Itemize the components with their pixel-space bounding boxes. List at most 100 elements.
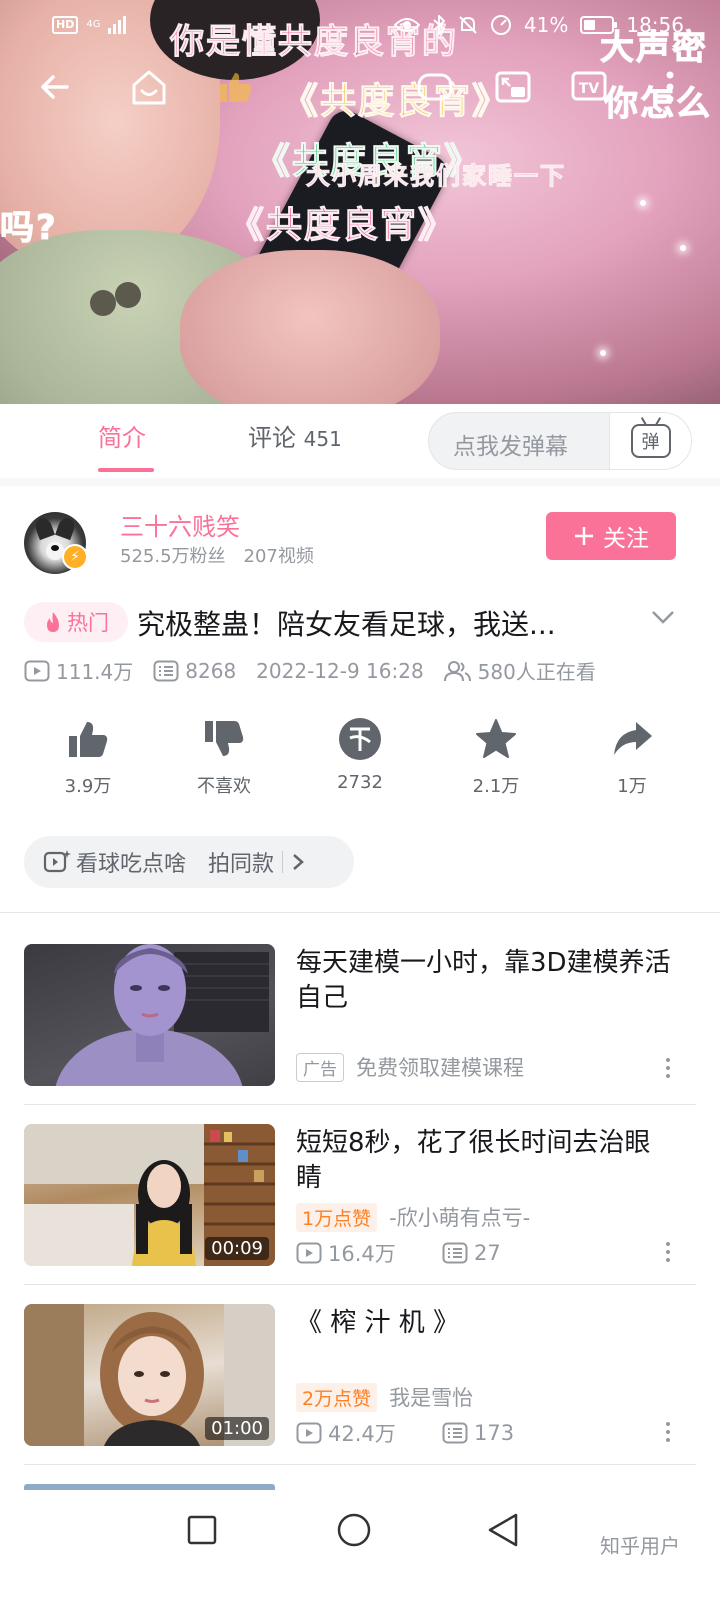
battery-icon [580, 16, 618, 34]
tab-intro[interactable]: 简介 [98, 418, 146, 453]
topic-chip-label: 看球吃点啥 [76, 852, 187, 877]
tv-cast-button[interactable]: TV [564, 62, 614, 112]
expand-description-button[interactable] [650, 604, 676, 630]
watermark: 知乎用户 [600, 1534, 680, 1558]
more-options-icon[interactable] [666, 1422, 670, 1442]
favorite-button[interactable]: 2.1万 [440, 716, 552, 806]
network-type: 4G [86, 19, 101, 30]
plus-icon [575, 527, 593, 545]
back-arrow-icon [41, 75, 69, 99]
danmaku-count-icon [153, 660, 179, 681]
view-count-value: 42.4万 [328, 1422, 396, 1446]
back-nav-button[interactable] [486, 1512, 520, 1548]
recommended-video-item[interactable]: 00:09 短短8秒，花了很长时间去治眼睛 1万点赞 -欣小萌有点亏- 16.4… [24, 1124, 696, 1266]
share-count: 1万 [617, 776, 647, 797]
back-button[interactable] [30, 62, 80, 112]
uploader-stats: 525.5万粉丝 207视频 [120, 542, 314, 568]
recommended-video-title: 每天建模一小时，靠3D建模养活自己 [296, 948, 671, 1013]
like-button[interactable]: 3.9万 [32, 716, 144, 806]
watching-now: 580人正在看 [443, 656, 596, 685]
divider [24, 1284, 696, 1285]
tab-comments-label: 评论 [248, 424, 296, 452]
video-meta: 111.4万 8268 2022-12-9 16:28 580人正在看 [24, 656, 616, 685]
dislike-label: 不喜欢 [197, 776, 251, 797]
danmaku-input[interactable]: 点我发弹幕 弹 [428, 412, 692, 470]
home-nav-button[interactable] [336, 1512, 372, 1548]
video-frame-button [115, 282, 141, 308]
divider [282, 851, 284, 873]
like-count: 3.9万 [64, 776, 112, 797]
favorite-count: 2.1万 [472, 776, 520, 797]
mute-bell-icon [459, 16, 477, 34]
tab-comments[interactable]: 评论 451 [248, 418, 342, 453]
share-button[interactable]: 1万 [576, 716, 688, 806]
coin-count: 2732 [337, 772, 383, 793]
topic-chip[interactable]: 看球吃点啥 拍同款 [24, 836, 354, 888]
vr-button[interactable] [410, 62, 460, 112]
signal-icon [108, 16, 127, 34]
sparkle [680, 245, 686, 251]
video-thumbnail [24, 944, 275, 1086]
speed-icon [490, 15, 511, 35]
danmaku-input-placeholder: 点我发弹幕 [453, 434, 568, 460]
thumbs-down-icon [205, 721, 244, 756]
divider [0, 478, 720, 486]
follow-button[interactable]: 关注 [546, 512, 676, 560]
video-sparkle-icon [43, 850, 71, 873]
divider [24, 1104, 696, 1105]
eye-icon [393, 18, 420, 32]
hot-badge[interactable]: 热门 [24, 602, 128, 642]
recommended-video-title: 短短8秒，花了很长时间去治眼睛 [296, 1128, 651, 1193]
coin-button[interactable]: 2732 [304, 716, 416, 806]
author-name: 我是雪怡 [389, 1386, 474, 1410]
video-thumbnail: 01:00 [24, 1304, 275, 1446]
sparkle [600, 350, 606, 356]
ad-badge: 广告 [296, 1052, 344, 1082]
recommended-video-stats: 16.4万 27 [296, 1238, 501, 1268]
pip-button[interactable] [488, 62, 538, 112]
danmaku-comment: 大小周来我们家睡一下 [306, 162, 566, 191]
watching-now-value: 580人正在看 [477, 660, 596, 684]
ad-subtitle: 免费领取建模课程 [356, 1056, 524, 1080]
danmaku-toggle-button[interactable]: 弹 [609, 413, 691, 469]
home-button[interactable] [124, 62, 174, 112]
danmaku-count-value: 8268 [185, 658, 237, 683]
uploader-name[interactable]: 三十六贱笑 [120, 507, 240, 542]
status-bar: HD 4G 41% 18:56 [0, 0, 720, 50]
publish-date: 2022-12-9 16:28 [256, 658, 424, 683]
danmaku-comment: 《共度良宵》 [281, 81, 511, 123]
danmaku-comment: 吗? [0, 208, 58, 249]
danmaku-comment: 《共度良宵》 [227, 205, 457, 247]
viewers-icon [443, 660, 471, 681]
recommended-video-meta: 2万点赞 我是雪怡 [296, 1382, 473, 1412]
quick-like-button[interactable] [210, 62, 260, 112]
like-badge: 1万点赞 [296, 1202, 378, 1232]
recommended-video-item[interactable]: 01:00 《 榨 汁 机 》 2万点赞 我是雪怡 42.4万 173 [24, 1304, 696, 1446]
video-frame-button [90, 290, 116, 316]
video-duration: 01:00 [205, 1417, 269, 1440]
recommended-video-item[interactable]: 每天建模一小时，靠3D建模养活自己 广告 免费领取建模课程 [24, 944, 696, 1086]
view-count: 111.4万 [24, 656, 133, 685]
play-count-icon [24, 660, 50, 681]
recent-apps-button[interactable] [186, 1514, 218, 1546]
danmaku-icon-label: 弹 [641, 432, 660, 453]
more-options-icon[interactable] [666, 1242, 670, 1262]
video-player[interactable]: 你是懂共度良宵的 《共度良宵》 《共度良宵》 大小周来我们家睡一下 《共度良宵》… [0, 0, 720, 404]
author-name: -欣小萌有点亏- [389, 1206, 531, 1230]
tab-indicator [98, 468, 154, 472]
like-badge: 2万点赞 [296, 1382, 378, 1412]
view-count-value: 111.4万 [56, 660, 134, 684]
more-button[interactable] [650, 62, 690, 112]
dislike-button[interactable]: 不喜欢 [168, 716, 280, 806]
like-outline-icon [220, 73, 252, 102]
danmaku-count-value: 27 [474, 1241, 501, 1265]
divider [24, 1464, 696, 1465]
recommended-video-meta: 广告 免费领取建模课程 [296, 1052, 524, 1082]
video-frame-hand [180, 250, 440, 404]
tab-comments-count: 451 [303, 427, 342, 451]
coin-icon [339, 718, 381, 760]
tv-cast-icon: TV [571, 71, 607, 101]
more-options-icon[interactable] [666, 1058, 670, 1078]
home-icon [132, 70, 166, 105]
pip-icon [495, 71, 531, 103]
